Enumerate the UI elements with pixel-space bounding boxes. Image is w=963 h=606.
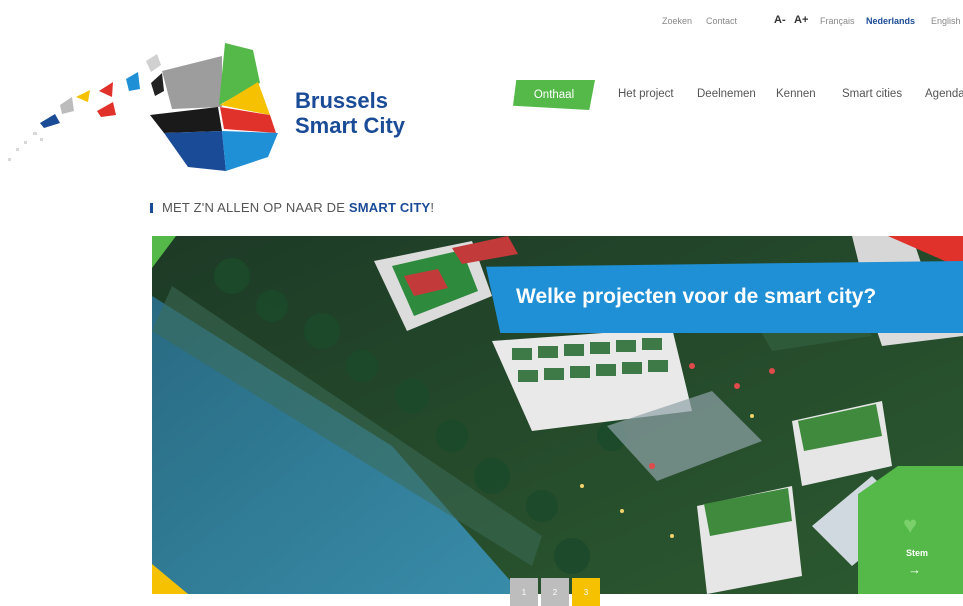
vote-button[interactable]: ♥ Stem → [858,466,963,594]
tagline: MET Z'N ALLEN OP NAAR DE SMART CITY! [150,200,434,215]
search-link[interactable]: Zoeken [662,16,692,26]
nav-item-deelnemen[interactable]: Deelnemen [697,88,756,100]
nav-item-onthaal[interactable]: Onthaal [513,80,595,110]
main-nav: Onthaal Het project Deelnemen Kennen Sma… [0,80,963,110]
hero-headline-banner[interactable]: Welke projecten voor de smart city? [486,261,963,333]
lang-english[interactable]: English [931,16,961,26]
hero-headline: Welke projecten voor de smart city? [516,285,877,308]
nav-item-het-project[interactable]: Het project [618,88,674,100]
nav-item-smart-cities[interactable]: Smart cities [842,88,902,100]
vote-label: Stem [906,548,929,558]
brand-line-2: Smart City [295,113,406,138]
arrow-right-icon: → [908,562,921,577]
lang-dutch[interactable]: Nederlands [866,16,915,26]
lang-french[interactable]: Français [820,16,855,26]
pager-page-3[interactable]: 3 [572,578,600,606]
pager-page-1[interactable]: 1 [510,578,538,606]
tagline-bar [150,203,153,213]
utility-bar: Zoeken Contact A- A+ Français Nederlands… [660,14,963,30]
heart-icon: ♥ [903,512,918,539]
tagline-highlight: SMART CITY [348,200,431,215]
slider-pager: 1 2 3 [510,578,600,606]
pager-page-2[interactable]: 2 [541,578,569,606]
tagline-prefix: MET Z'N ALLEN OP NAAR DE [162,200,346,215]
contact-link[interactable]: Contact [706,16,737,26]
hero-slider[interactable]: Welke projecten voor de smart city? ♥ St… [152,236,963,594]
tagline-suffix: ! [430,200,435,215]
nav-item-kennen[interactable]: Kennen [776,88,816,100]
nav-item-agenda[interactable]: Agenda [925,88,963,100]
font-larger-button[interactable]: A+ [794,14,808,26]
font-smaller-button[interactable]: A- [774,14,786,26]
